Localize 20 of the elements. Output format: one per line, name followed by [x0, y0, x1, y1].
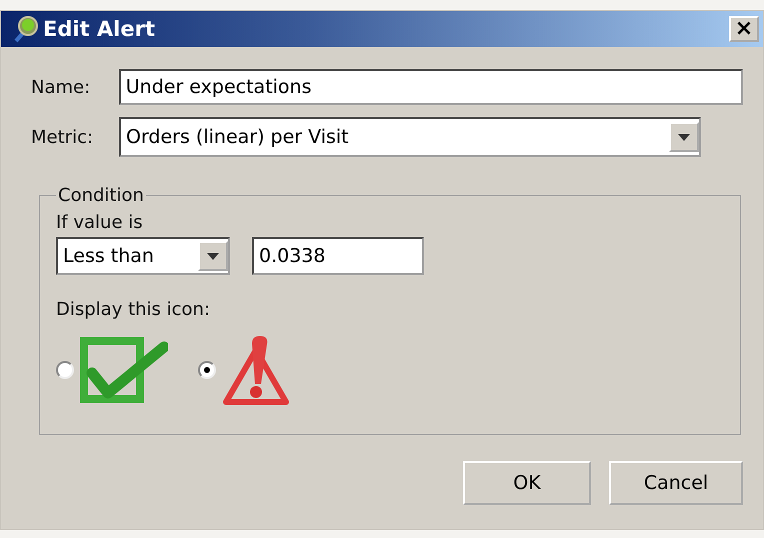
close-button[interactable]: ×	[729, 16, 759, 42]
metric-dropdown[interactable]: Orders (linear) per Visit	[119, 117, 701, 157]
cancel-button[interactable]: Cancel	[609, 461, 743, 505]
field-label: Display this icon:	[56, 299, 210, 320]
field-label: Name:	[31, 76, 92, 98]
group-title: Condition	[57, 185, 145, 206]
warning-icon	[222, 334, 290, 406]
dropdown-arrow-icon	[678, 134, 690, 140]
radio-button[interactable]	[56, 361, 74, 379]
magnifier-globe-icon	[13, 15, 39, 43]
threshold-field[interactable]: 0.0338	[252, 237, 424, 275]
name-field[interactable]: Under expectations	[118, 69, 743, 105]
field-label: If value is	[56, 212, 143, 233]
dropdown-arrow-icon	[207, 252, 219, 260]
window-title: Edit Alert	[43, 17, 156, 41]
checkbox-tick-icon	[80, 337, 168, 403]
radio-button[interactable]	[198, 361, 216, 379]
ok-button[interactable]: OK	[463, 461, 591, 505]
field-label: Metric:	[31, 126, 94, 148]
operator-dropdown[interactable]: Less than	[56, 237, 230, 275]
